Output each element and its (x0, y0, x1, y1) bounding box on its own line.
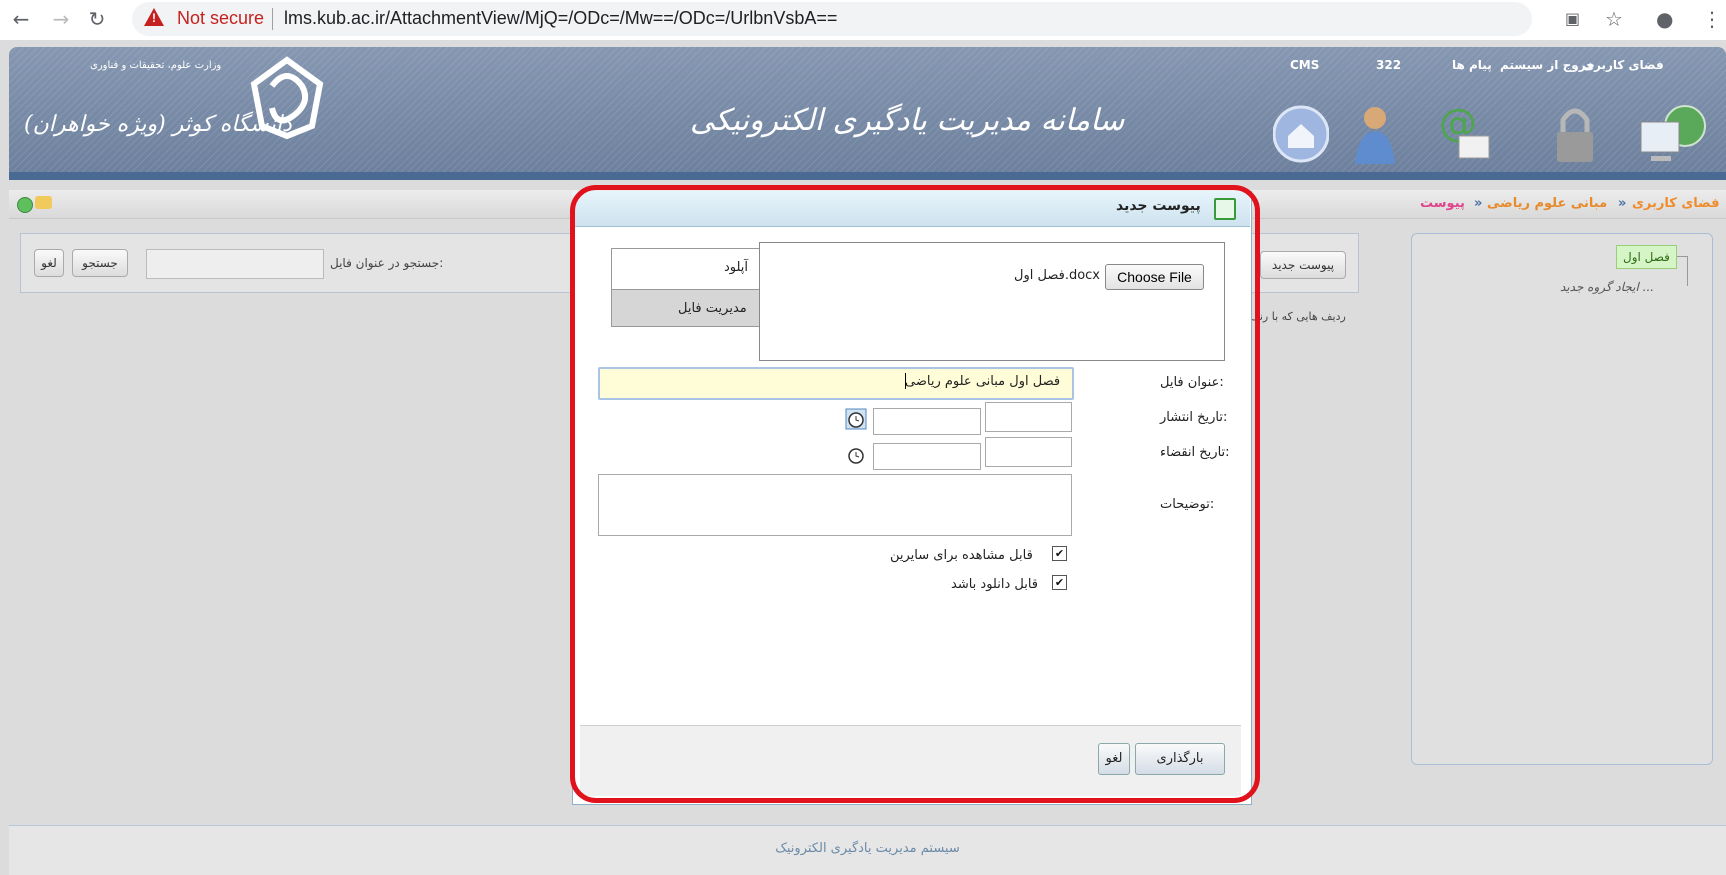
security-label[interactable]: Not secure (177, 8, 264, 29)
university-logo-icon (250, 56, 324, 140)
message-count: 322 (1376, 58, 1402, 72)
bookmark-star-icon[interactable]: ☆ (1605, 8, 1623, 30)
translate-icon[interactable]: ▣ (1565, 8, 1580, 30)
create-group-link[interactable]: ایجاد گروه جدید ... (1560, 280, 1654, 294)
user-space-link[interactable]: فضای کاربری (1583, 58, 1664, 72)
url-text[interactable]: lms.kub.ac.ir/AttachmentView/MjQ=/ODc=/M… (284, 8, 837, 29)
email-icon[interactable]: @ (1437, 100, 1493, 166)
search-button[interactable]: جستجو (72, 249, 128, 277)
breadcrumb-user-space[interactable]: فضای کاربری (1632, 196, 1719, 211)
search-cancel-button[interactable]: لغو (34, 249, 64, 277)
forward-arrow-icon[interactable]: → (48, 6, 74, 32)
ministry-text: وزارت علوم، تحقیقات و فناوری (90, 60, 222, 71)
search-input[interactable] (146, 249, 324, 279)
messages-link[interactable]: پیام ها (1452, 58, 1492, 72)
row-note: ردیف هایی که با رنگ (1250, 310, 1346, 323)
site-footer: سیستم مدیریت یادگیری الکترونیک (9, 826, 1726, 875)
search-label: جستجو در عنوان فایل: (330, 256, 444, 270)
globe-monitor-icon[interactable] (1637, 100, 1709, 166)
new-attachment-button[interactable]: پیوست جدید (1260, 251, 1346, 279)
breadcrumb-course[interactable]: مبانی علوم ریاضی (1487, 196, 1607, 211)
footer-text: سیستم مدیریت یادگیری الکترونیک (775, 841, 960, 856)
user-profile-icon[interactable] (1345, 100, 1401, 166)
system-title: سامانه مدیریت یادگیری الکترونیکی (690, 103, 1125, 138)
browser-toolbar: ← → ↻ ! Not secure lms.kub.ac.ir/Attachm… (0, 0, 1726, 41)
breadcrumb-current: پیوست (1420, 196, 1465, 211)
lock-icon[interactable] (1547, 100, 1603, 166)
tree-item-chapter-1[interactable]: فصل اول (1616, 245, 1677, 269)
folder-icon[interactable] (35, 196, 52, 209)
menu-dots-icon[interactable]: ⋮ (1702, 8, 1722, 30)
logout-link[interactable]: خروج از سیستم (1500, 58, 1595, 72)
refresh-icon[interactable] (17, 197, 33, 213)
cms-link[interactable]: CMS (1290, 58, 1319, 72)
home-icon[interactable] (1273, 100, 1329, 166)
account-icon[interactable]: ● (1656, 8, 1673, 30)
folder-tree-panel (1411, 233, 1713, 765)
red-highlight-outline (570, 185, 1260, 803)
back-arrow-icon[interactable]: ← (8, 6, 34, 32)
reload-icon[interactable]: ↻ (84, 6, 110, 32)
